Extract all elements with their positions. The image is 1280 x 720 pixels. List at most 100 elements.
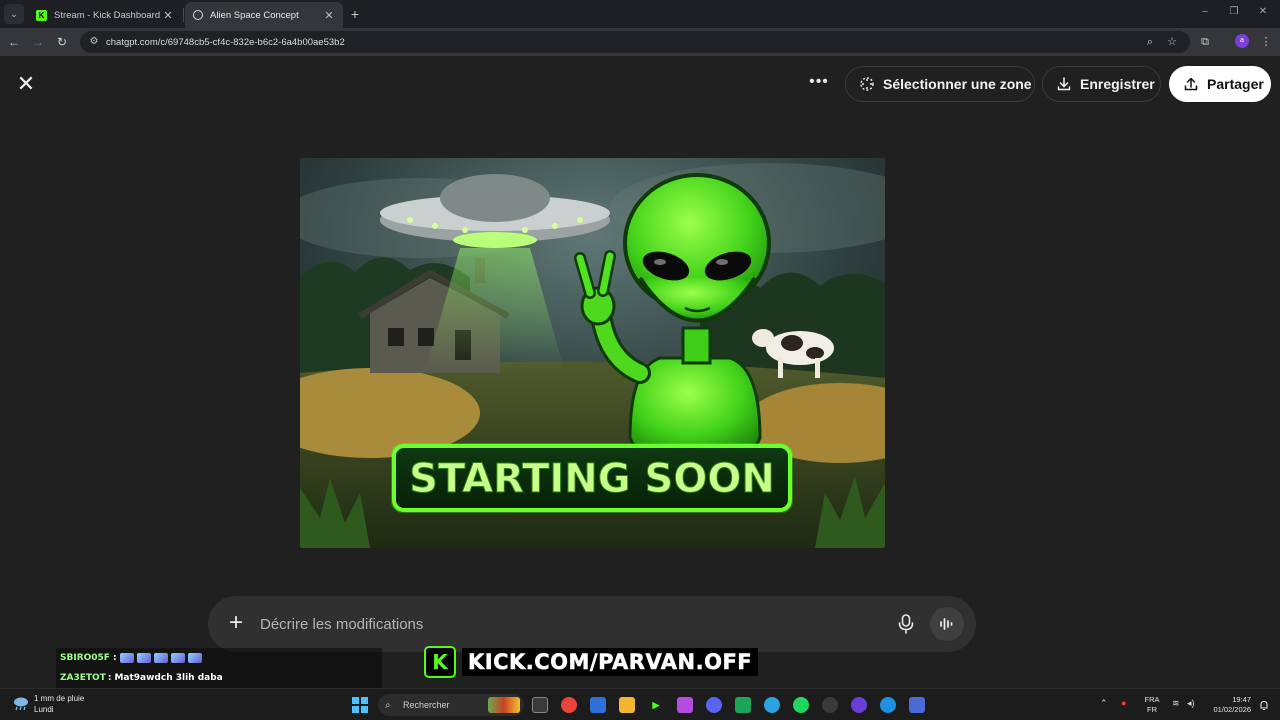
edge-icon[interactable]: [880, 697, 896, 713]
tab-title: Alien Space Concept: [210, 9, 299, 21]
wifi-icon[interactable]: ≋: [1172, 698, 1180, 709]
chat-text: Mat9awdch 3lih daba: [114, 673, 223, 683]
back-icon[interactable]: ←: [6, 34, 22, 50]
search-highlight-icon: [488, 697, 520, 713]
system-clock[interactable]: 19:47 01/02/2026: [1205, 695, 1251, 715]
copilot-icon[interactable]: [677, 697, 693, 713]
teams-icon[interactable]: [909, 697, 925, 713]
chat-username: SBIRO05F: [60, 653, 110, 663]
close-viewer-button[interactable]: ✕: [16, 73, 36, 95]
select-area-label: Sélectionner une zone: [883, 76, 1032, 92]
upload-icon: [1183, 75, 1199, 93]
chatgpt-icon: [193, 10, 203, 20]
microphone-icon[interactable]: [896, 612, 916, 636]
tab-kick-dashboard[interactable]: K Stream - Kick Dashboard ✕: [28, 2, 182, 28]
add-attachment-button[interactable]: +: [224, 611, 248, 636]
extensions-icon[interactable]: ⧉: [1196, 33, 1214, 51]
profile-avatar[interactable]: a: [1235, 34, 1249, 48]
kick-icon: K: [36, 9, 47, 21]
waveform-icon: [940, 618, 953, 630]
emote-icon: [187, 653, 202, 663]
close-window-icon[interactable]: ✕: [1256, 6, 1270, 17]
chat-separator: :: [107, 673, 112, 683]
edit-prompt-input[interactable]: [260, 610, 880, 638]
tab-alien-space-concept[interactable]: Alien Space Concept ✕: [185, 2, 343, 28]
close-tab-icon[interactable]: ✕: [323, 9, 335, 22]
search-icon: ⌕: [385, 699, 391, 711]
select-area-button[interactable]: Sélectionner une zone: [845, 66, 1035, 102]
bookmark-star-icon[interactable]: ☆: [1163, 33, 1181, 51]
windows-start-icon[interactable]: [352, 697, 368, 713]
share-button[interactable]: Partager: [1169, 66, 1271, 102]
tab-title: Stream - Kick Dashboard: [54, 9, 161, 21]
tab-search-button[interactable]: ⌄: [4, 4, 24, 24]
keyboard-code: FR: [1147, 705, 1157, 714]
tray-overflow-icon[interactable]: ⌃: [1100, 698, 1108, 709]
weather-text: 1 mm de pluie: [34, 694, 85, 703]
windows-taskbar: 1 mm de pluie Lundi ⌕ Rechercher ▶ ⌃ ● F…: [0, 688, 1280, 720]
chat-message: SBIRO05F:: [56, 648, 382, 668]
microphone-tray-icon[interactable]: ●: [1121, 698, 1126, 708]
app-icon[interactable]: [851, 697, 867, 713]
emote-icon: [153, 653, 168, 663]
minimize-icon[interactable]: –: [1198, 6, 1212, 17]
browser-toolbar: ← → ↻ ⚙ chatgpt.com/c/69748cb5-cf4c-832e…: [0, 28, 1280, 56]
save-label: Enregistrer: [1080, 76, 1155, 92]
download-icon: [1056, 75, 1072, 93]
input-language[interactable]: FRA FR: [1142, 695, 1162, 715]
spotify-icon[interactable]: [793, 697, 809, 713]
emote-icon: [136, 653, 151, 663]
file-explorer-icon[interactable]: [619, 697, 635, 713]
save-button[interactable]: Enregistrer: [1042, 66, 1161, 102]
select-area-icon: [859, 75, 875, 93]
more-options-icon[interactable]: •••: [808, 72, 830, 94]
emote-icon: [119, 653, 134, 663]
emote-icon: [170, 653, 185, 663]
kick-url-text: KICK.COM/PARVAN.OFF: [462, 648, 759, 676]
weather-widget[interactable]: 1 mm de pluie Lundi: [12, 693, 84, 715]
new-tab-button[interactable]: +: [346, 5, 364, 23]
taskbar-search[interactable]: ⌕ Rechercher: [378, 694, 524, 716]
restore-icon[interactable]: ❐: [1227, 6, 1241, 17]
notification-bell-icon[interactable]: [1258, 699, 1270, 711]
search-label: Rechercher: [403, 700, 450, 710]
language-code: FRA: [1144, 695, 1160, 704]
tab-divider: [183, 8, 184, 22]
telegram-icon[interactable]: [764, 697, 780, 713]
task-view-icon[interactable]: [532, 697, 548, 713]
chat-username: ZA3ETOT: [60, 673, 106, 683]
discord-icon[interactable]: [706, 697, 722, 713]
mail-icon[interactable]: [590, 697, 606, 713]
rain-cloud-icon: [14, 697, 28, 711]
chat-message: ZA3ETOT: Mat9awdch 3lih daba: [56, 668, 382, 688]
url-text: chatgpt.com/c/69748cb5-cf4c-832e-b6c2-6a…: [106, 36, 345, 48]
stream-chat-overlay: SBIRO05F: ZA3ETOT: Mat9awdch 3lih daba: [56, 648, 382, 688]
edit-composer: +: [208, 596, 976, 652]
game-app-icon[interactable]: [735, 697, 751, 713]
kick-app-icon[interactable]: ▶: [648, 697, 664, 713]
share-label: Partager: [1207, 76, 1264, 92]
clock-time: 19:47: [1232, 695, 1251, 704]
forward-icon[interactable]: →: [30, 34, 46, 50]
alien-starting-soon-artwork: STARTING SOON: [300, 158, 885, 548]
address-bar[interactable]: ⚙ chatgpt.com/c/69748cb5-cf4c-832e-b6c2-…: [80, 31, 1190, 53]
voice-mode-button[interactable]: [930, 607, 964, 641]
site-info-icon[interactable]: ⚙: [88, 36, 100, 48]
zoom-icon[interactable]: ⌕: [1141, 33, 1159, 51]
obs-icon[interactable]: [822, 697, 838, 713]
chat-separator: :: [112, 653, 117, 663]
close-tab-icon[interactable]: ✕: [162, 9, 174, 22]
chrome-icon[interactable]: [561, 697, 577, 713]
banner-text: STARTING SOON: [409, 456, 775, 502]
weather-day: Lundi: [34, 705, 54, 714]
starting-soon-banner: STARTING SOON: [391, 443, 793, 513]
clock-date: 01/02/2026: [1213, 705, 1251, 714]
generated-image[interactable]: STARTING SOON: [300, 158, 885, 548]
kick-logo-icon: K: [424, 646, 456, 678]
volume-icon[interactable]: ◂): [1187, 698, 1195, 709]
browser-menu-icon[interactable]: ⋮: [1257, 33, 1275, 51]
image-viewer: ✕ ••• Sélectionner une zone Enregistrer …: [0, 56, 1280, 688]
reload-icon[interactable]: ↻: [54, 34, 70, 50]
browser-tab-strip: ⌄ K Stream - Kick Dashboard ✕ Alien Spac…: [0, 0, 1280, 28]
kick-channel-banner: K KICK.COM/PARVAN.OFF: [424, 646, 759, 678]
